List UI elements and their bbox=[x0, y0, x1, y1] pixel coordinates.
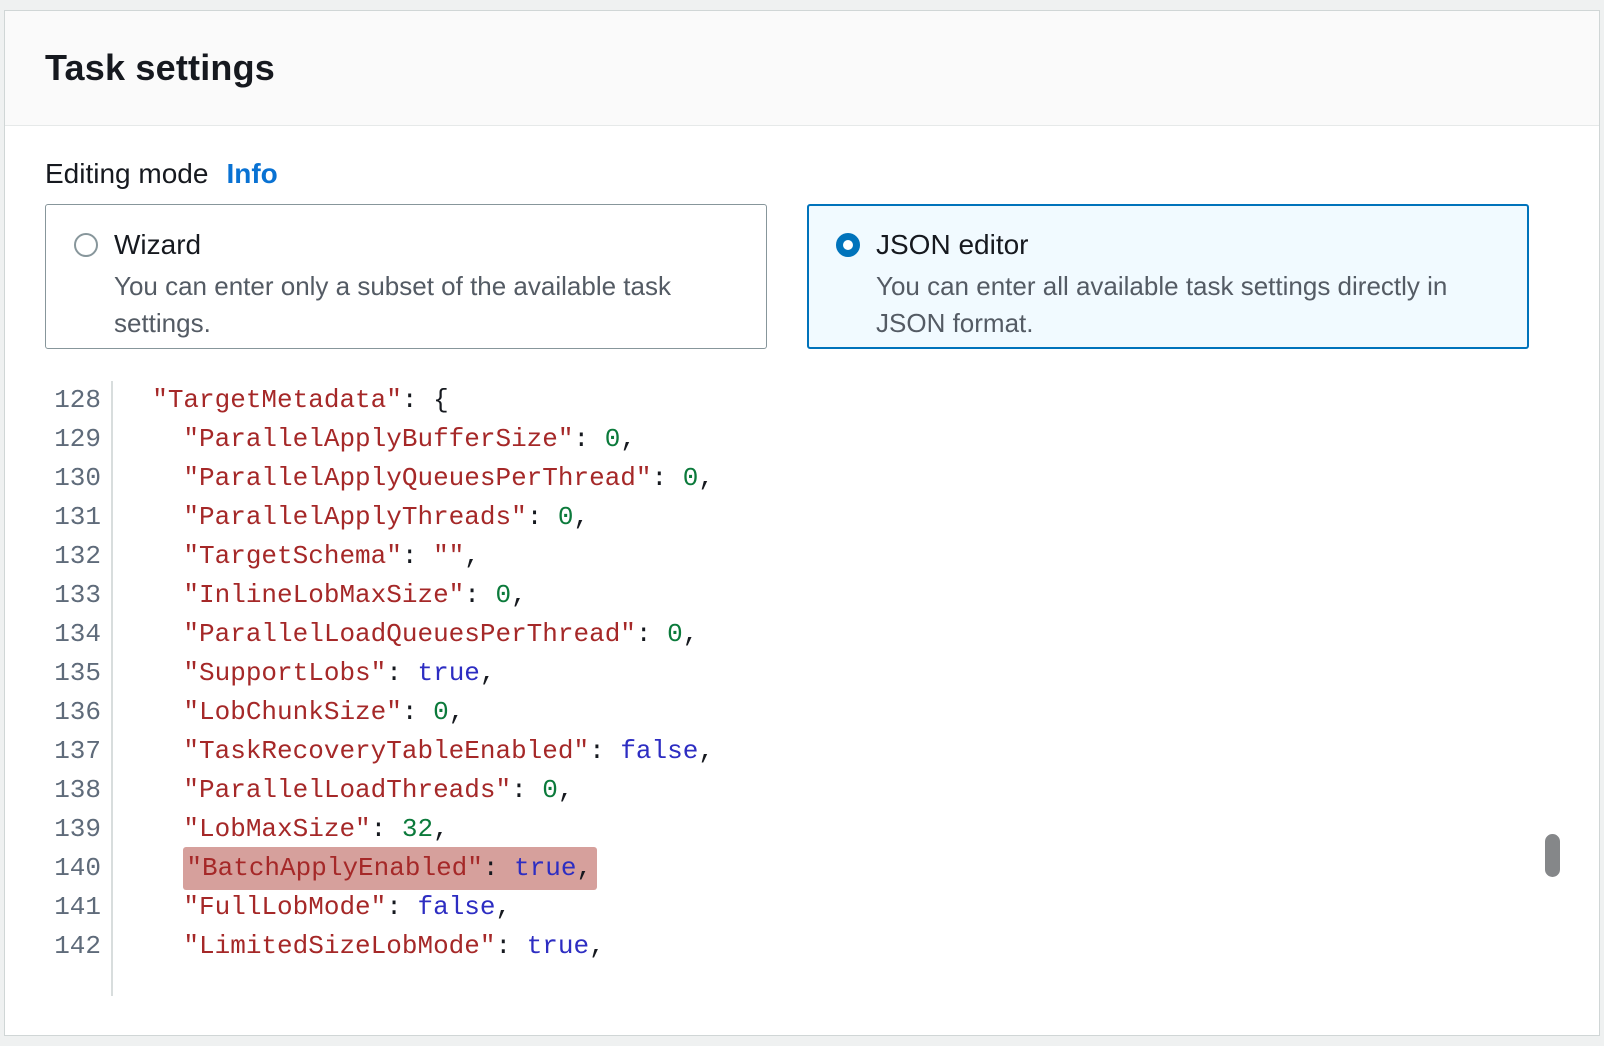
wizard-option-description: You can enter only a subset of the avail… bbox=[114, 268, 734, 342]
line-number: 128 bbox=[45, 381, 113, 420]
code-line-text[interactable]: "LobMaxSize": 32, bbox=[113, 810, 449, 849]
wizard-option-card[interactable]: Wizard You can enter only a subset of th… bbox=[45, 204, 767, 349]
highlighted-code[interactable]: "BatchApplyEnabled": true, bbox=[183, 847, 597, 890]
code-line-text[interactable]: "ParallelApplyQueuesPerThread": 0, bbox=[113, 459, 714, 498]
info-link[interactable]: Info bbox=[226, 158, 277, 190]
code-line-text[interactable]: "FullLobMode": false, bbox=[113, 888, 511, 927]
code-line-text[interactable]: "LobChunkSize": 0, bbox=[113, 693, 464, 732]
json-code-editor[interactable]: 128 "TargetMetadata": {129 "ParallelAppl… bbox=[45, 381, 1559, 996]
gutter-tail bbox=[45, 966, 1559, 996]
code-line[interactable]: 133 "InlineLobMaxSize": 0, bbox=[45, 576, 1559, 615]
line-number: 136 bbox=[45, 693, 113, 732]
line-number: 129 bbox=[45, 420, 113, 459]
editing-mode-row: Editing mode Info bbox=[45, 158, 1559, 190]
line-number: 133 bbox=[45, 576, 113, 615]
code-line[interactable]: 142 "LimitedSizeLobMode": true, bbox=[45, 927, 1559, 966]
radio-button-unchecked-icon[interactable] bbox=[74, 233, 98, 257]
code-line-text[interactable]: "ParallelLoadThreads": 0, bbox=[113, 771, 574, 810]
line-number: 132 bbox=[45, 537, 113, 576]
code-line-text[interactable]: "ParallelApplyThreads": 0, bbox=[113, 498, 589, 537]
code-line[interactable]: 139 "LobMaxSize": 32, bbox=[45, 810, 1559, 849]
wizard-option-label: Wizard bbox=[114, 229, 201, 261]
line-number: 130 bbox=[45, 459, 113, 498]
line-number: 131 bbox=[45, 498, 113, 537]
code-line-text[interactable]: "InlineLobMaxSize": 0, bbox=[113, 576, 527, 615]
code-line[interactable]: 131 "ParallelApplyThreads": 0, bbox=[45, 498, 1559, 537]
code-line-text[interactable]: "LimitedSizeLobMode": true, bbox=[113, 927, 605, 966]
line-number: 138 bbox=[45, 771, 113, 810]
code-line-text[interactable]: "TargetSchema": "", bbox=[113, 537, 480, 576]
panel-title: Task settings bbox=[45, 47, 275, 89]
code-line[interactable]: 134 "ParallelLoadQueuesPerThread": 0, bbox=[45, 615, 1559, 654]
code-line[interactable]: 141 "FullLobMode": false, bbox=[45, 888, 1559, 927]
line-number: 135 bbox=[45, 654, 113, 693]
code-line-text[interactable]: "ParallelApplyBufferSize": 0, bbox=[113, 420, 636, 459]
json-editor-option-description: You can enter all available task setting… bbox=[876, 268, 1496, 342]
radio-button-checked-icon[interactable] bbox=[836, 233, 860, 257]
code-line[interactable]: 137 "TaskRecoveryTableEnabled": false, bbox=[45, 732, 1559, 771]
code-line-text[interactable]: "BatchApplyEnabled": true, bbox=[113, 849, 597, 888]
json-editor-option-label: JSON editor bbox=[876, 229, 1029, 261]
editing-mode-label: Editing mode bbox=[45, 158, 208, 190]
code-line-text[interactable]: "SupportLobs": true, bbox=[113, 654, 496, 693]
wizard-radio-row: Wizard bbox=[74, 229, 738, 261]
code-line-text[interactable]: "TaskRecoveryTableEnabled": false, bbox=[113, 732, 714, 771]
code-line[interactable]: 130 "ParallelApplyQueuesPerThread": 0, bbox=[45, 459, 1559, 498]
line-number: 139 bbox=[45, 810, 113, 849]
code-line[interactable]: 135 "SupportLobs": true, bbox=[45, 654, 1559, 693]
json-editor-radio-row: JSON editor bbox=[836, 229, 1500, 261]
code-line[interactable]: 136 "LobChunkSize": 0, bbox=[45, 693, 1559, 732]
scrollbar-thumb[interactable] bbox=[1545, 834, 1560, 877]
code-line-text[interactable]: "TargetMetadata": { bbox=[113, 381, 449, 420]
code-line[interactable]: 140 "BatchApplyEnabled": true, bbox=[45, 849, 1559, 888]
task-settings-panel: Task settings Editing mode Info Wizard Y… bbox=[4, 10, 1600, 1036]
panel-content: Editing mode Info Wizard You can enter o… bbox=[5, 126, 1599, 996]
code-line[interactable]: 132 "TargetSchema": "", bbox=[45, 537, 1559, 576]
editing-mode-options: Wizard You can enter only a subset of th… bbox=[45, 204, 1559, 349]
line-number: 137 bbox=[45, 732, 113, 771]
line-number: 134 bbox=[45, 615, 113, 654]
json-editor-option-card[interactable]: JSON editor You can enter all available … bbox=[807, 204, 1529, 349]
page: Task settings Editing mode Info Wizard Y… bbox=[0, 0, 1604, 1046]
code-line[interactable]: 138 "ParallelLoadThreads": 0, bbox=[45, 771, 1559, 810]
code-line[interactable]: 129 "ParallelApplyBufferSize": 0, bbox=[45, 420, 1559, 459]
line-number: 142 bbox=[45, 927, 113, 966]
line-number: 141 bbox=[45, 888, 113, 927]
line-number: 140 bbox=[45, 849, 113, 888]
code-line[interactable]: 128 "TargetMetadata": { bbox=[45, 381, 1559, 420]
code-line-text[interactable]: "ParallelLoadQueuesPerThread": 0, bbox=[113, 615, 698, 654]
panel-header: Task settings bbox=[5, 11, 1599, 126]
